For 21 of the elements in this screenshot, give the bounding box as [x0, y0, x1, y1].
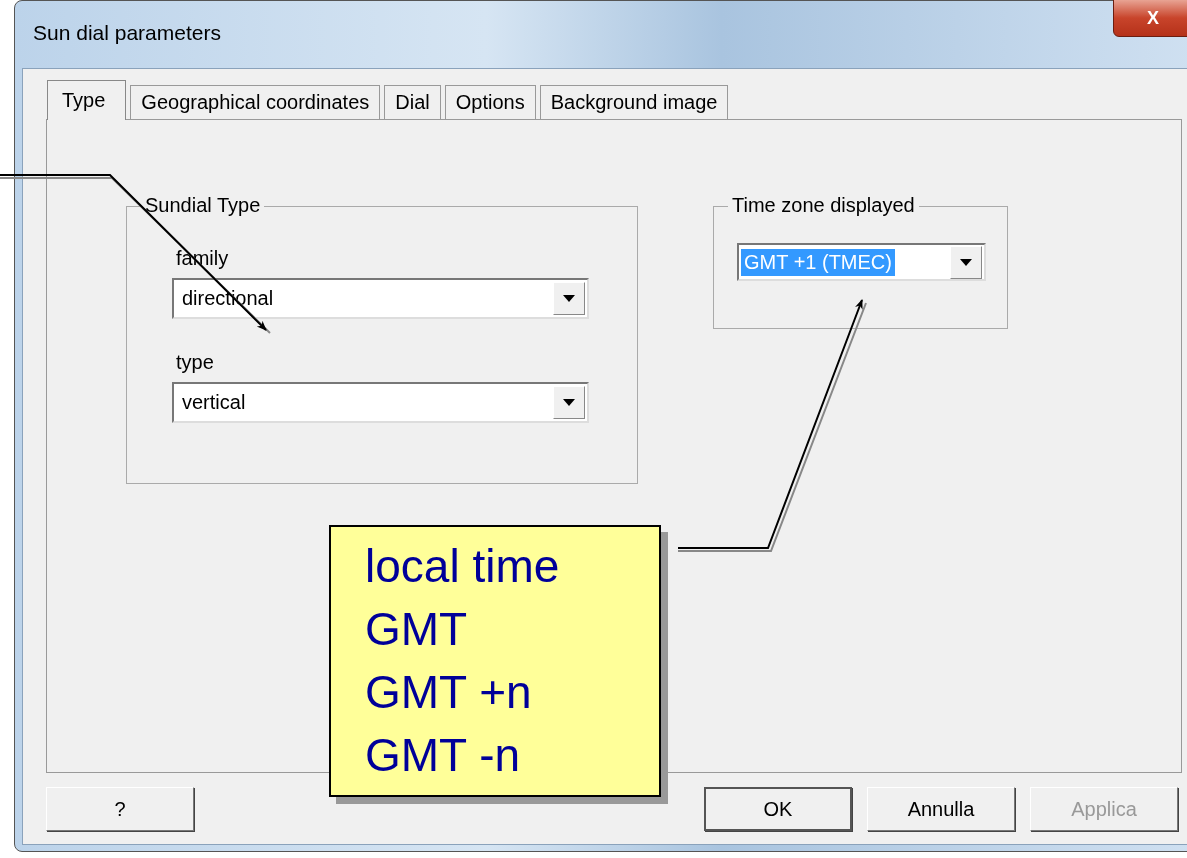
tab[interactable]: Geographical coordinates — [130, 85, 381, 119]
dialog-button[interactable]: Annulla — [867, 787, 1015, 831]
group-title: Time zone displayed — [728, 194, 919, 217]
note-text: GMT — [365, 602, 469, 657]
dropdown-arrow-icon — [563, 399, 575, 406]
note-text: GMT -n — [365, 728, 522, 783]
dropdown[interactable]: vertical — [172, 382, 589, 423]
tab[interactable]: Options — [444, 85, 536, 119]
window-title: Sun dial parameters — [33, 21, 221, 45]
note-text: GMT +n — [365, 665, 533, 720]
tab[interactable]: Type — [47, 80, 127, 120]
group-title: Sundial Type — [141, 194, 265, 217]
field-label: type — [176, 351, 215, 374]
dropdown-arrow-icon — [563, 295, 575, 302]
note-text: local time — [365, 539, 561, 594]
tab[interactable]: Dial — [384, 85, 441, 119]
close-button[interactable]: X — [1113, 0, 1187, 37]
dropdown-arrow-icon — [960, 258, 972, 266]
tab[interactable]: Background image — [539, 85, 729, 119]
dialog-button[interactable]: ? — [46, 787, 194, 831]
dialog-button[interactable]: OK — [704, 787, 852, 831]
